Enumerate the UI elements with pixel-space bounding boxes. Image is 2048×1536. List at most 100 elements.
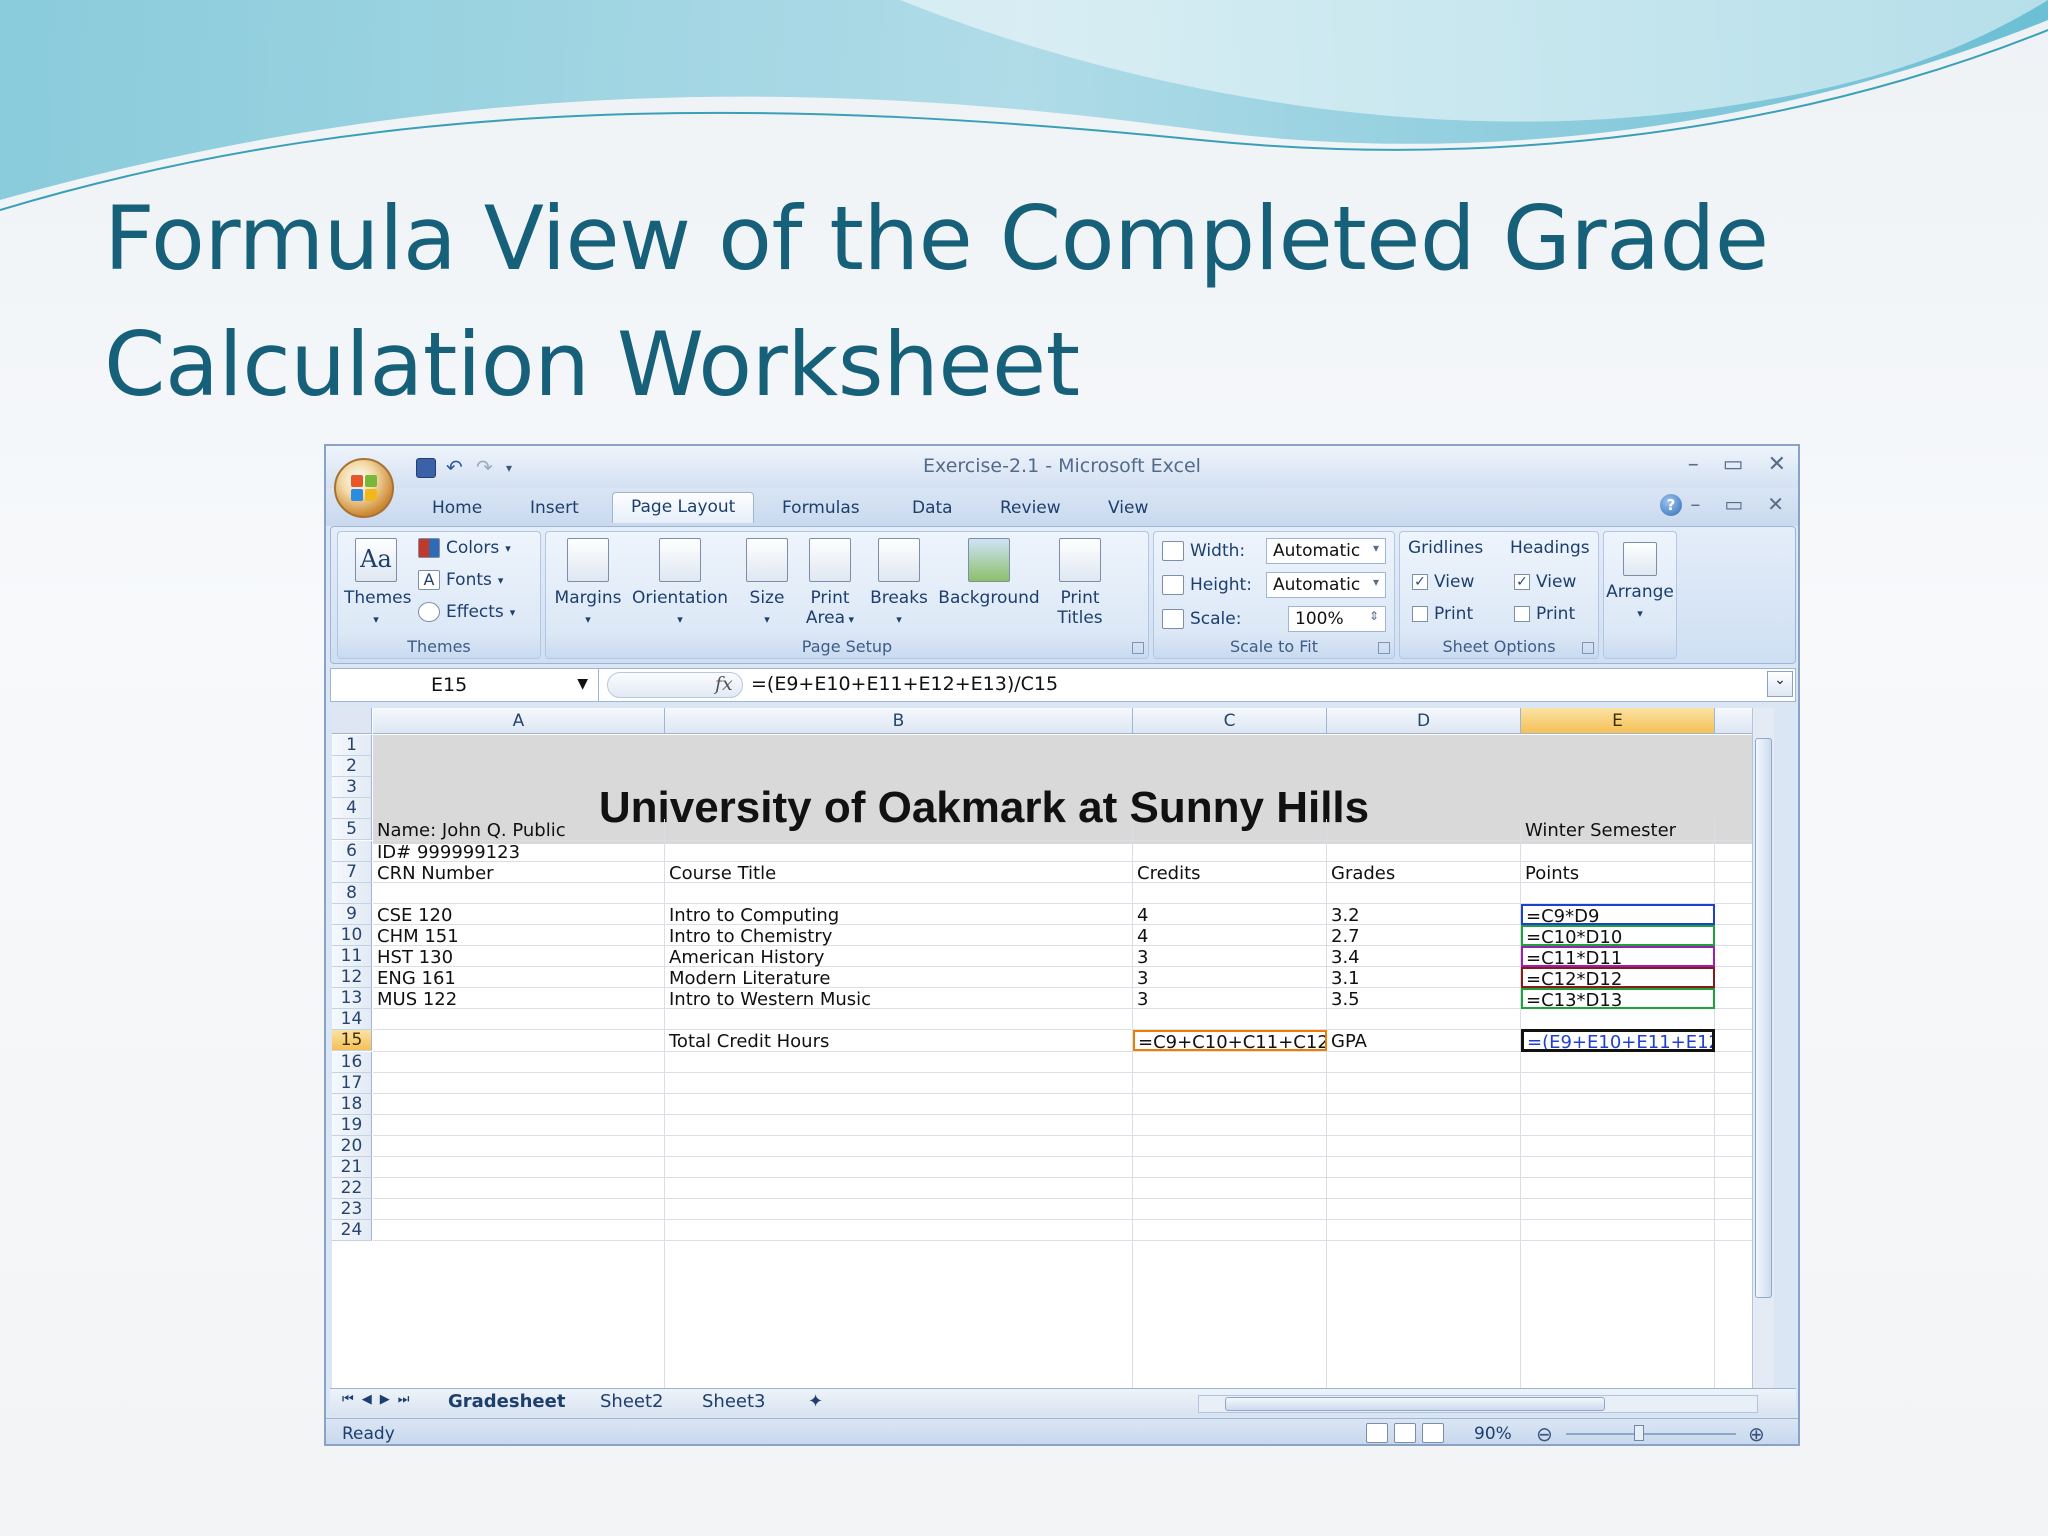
colors-button[interactable]: Colors ▾ (418, 538, 511, 558)
course-points-formula[interactable]: =C12*D12 (1521, 967, 1715, 990)
course-grade[interactable]: 3.4 (1331, 947, 1360, 968)
cell-name[interactable]: Name: John Q. Public (377, 820, 566, 841)
row-header[interactable]: 13 (332, 988, 372, 1010)
doc-restore-button[interactable]: ▭ (1724, 492, 1743, 516)
row-header[interactable]: 15 (332, 1030, 372, 1052)
gridlines-print-checkbox[interactable]: Print (1412, 604, 1473, 624)
course-credits[interactable]: 3 (1137, 968, 1148, 989)
page-layout-view-icon[interactable] (1394, 1423, 1416, 1443)
header-crn[interactable]: CRN Number (377, 863, 494, 884)
column-header-c[interactable]: C (1133, 708, 1327, 734)
select-all-corner[interactable] (332, 708, 372, 734)
height-dropdown[interactable]: Automatic ▾ (1266, 572, 1386, 598)
print-titles-button[interactable]: Print Titles (1050, 538, 1110, 628)
zoom-slider-thumb[interactable] (1634, 1425, 1644, 1441)
row-header[interactable]: 16 (332, 1051, 372, 1073)
course-title[interactable]: Intro to Chemistry (669, 926, 832, 947)
sheet-tab-gradesheet[interactable]: Gradesheet (448, 1391, 565, 1412)
header-points[interactable]: Points (1525, 863, 1579, 884)
formula-input[interactable]: =(E9+E10+E11+E12+E13)/C15 (751, 673, 1058, 695)
row-header[interactable]: 9 (332, 903, 372, 925)
gridlines-view-checkbox[interactable]: ✓ View (1412, 572, 1474, 592)
horizontal-scrollbar[interactable] (1198, 1395, 1758, 1413)
zoom-level[interactable]: 90% (1474, 1424, 1512, 1444)
course-crn[interactable]: HST 130 (377, 947, 453, 968)
doc-minimize-button[interactable]: – (1690, 492, 1700, 516)
course-credits[interactable]: 3 (1137, 989, 1148, 1010)
width-dropdown[interactable]: Automatic ▾ (1266, 538, 1386, 564)
row-header[interactable]: 3 (332, 777, 372, 799)
course-title[interactable]: Intro to Western Music (669, 989, 871, 1010)
course-points-formula[interactable]: =C10*D10 (1521, 924, 1715, 948)
row-header[interactable]: 6 (332, 840, 372, 862)
cell-semester[interactable]: Winter Semester (1525, 820, 1676, 841)
course-grade[interactable]: 3.2 (1331, 905, 1360, 926)
doc-close-button[interactable]: ✕ (1767, 492, 1784, 516)
tab-page-layout[interactable]: Page Layout (612, 492, 755, 523)
row-header[interactable]: 5 (332, 819, 372, 841)
row-header[interactable]: 22 (332, 1178, 372, 1200)
arrange-button[interactable]: Arrange ▾ (1604, 542, 1676, 624)
minimize-button[interactable]: – (1688, 452, 1699, 477)
maximize-button[interactable]: ▭ (1723, 452, 1744, 477)
scale-spinner[interactable]: 100% ⇕ (1288, 606, 1386, 632)
course-credits[interactable]: 4 (1137, 905, 1148, 926)
office-button[interactable] (334, 458, 394, 518)
close-button[interactable]: ✕ (1768, 452, 1786, 477)
row-header[interactable]: 1 (332, 735, 372, 757)
row-header[interactable]: 17 (332, 1072, 372, 1094)
course-crn[interactable]: CHM 151 (377, 926, 459, 947)
effects-button[interactable]: Effects ▾ (418, 602, 515, 622)
vertical-scroll-thumb[interactable] (1755, 738, 1772, 1298)
row-header[interactable]: 2 (332, 756, 372, 778)
column-header-d[interactable]: D (1327, 708, 1521, 734)
sheet-nav-arrows-icon[interactable]: ⏮◀▶⏭ (342, 1392, 417, 1407)
course-grade[interactable]: 2.7 (1331, 926, 1360, 947)
fonts-button[interactable]: A Fonts ▾ (418, 570, 503, 590)
themes-button[interactable]: Aa Themes ▾ (344, 538, 412, 630)
total-credit-hours-label[interactable]: Total Credit Hours (669, 1031, 829, 1052)
column-header-e[interactable]: E (1521, 708, 1715, 734)
tab-data[interactable]: Data (912, 498, 953, 518)
print-area-button[interactable]: Print Area ▾ (800, 538, 860, 630)
page-break-view-icon[interactable] (1422, 1423, 1444, 1443)
row-header[interactable]: 10 (332, 924, 372, 946)
vertical-scrollbar[interactable] (1752, 708, 1774, 1388)
name-box[interactable]: E15 ▼ (331, 669, 599, 701)
row-header[interactable]: 20 (332, 1135, 372, 1157)
zoom-slider[interactable] (1566, 1433, 1736, 1435)
course-title[interactable]: Modern Literature (669, 968, 830, 989)
insert-function-icon[interactable]: fx (715, 673, 733, 695)
headings-view-checkbox[interactable]: ✓ View (1514, 572, 1576, 592)
course-credits[interactable]: 3 (1137, 947, 1148, 968)
tab-view[interactable]: View (1108, 498, 1148, 518)
sheet-options-dialog-launcher-icon[interactable] (1582, 642, 1594, 654)
total-credits-formula[interactable]: =C9+C10+C11+C12+C13 (1133, 1030, 1327, 1052)
course-credits[interactable]: 4 (1137, 926, 1148, 947)
course-title[interactable]: Intro to Computing (669, 905, 839, 926)
help-icon[interactable]: ? (1660, 494, 1682, 516)
page-setup-dialog-launcher-icon[interactable] (1132, 642, 1144, 654)
gpa-formula-cell[interactable]: =(E9+E10+E11+E12+E13)/C15 (1521, 1029, 1715, 1053)
row-header[interactable]: 14 (332, 1009, 372, 1031)
horizontal-scroll-thumb[interactable] (1225, 1397, 1605, 1411)
row-header[interactable]: 23 (332, 1199, 372, 1221)
gpa-label[interactable]: GPA (1331, 1031, 1367, 1052)
header-credits[interactable]: Credits (1137, 863, 1201, 884)
tab-review[interactable]: Review (1000, 498, 1061, 518)
zoom-in-icon[interactable]: ⊕ (1748, 1422, 1765, 1444)
margins-button[interactable]: Margins ▾ (552, 538, 624, 630)
row-header[interactable]: 19 (332, 1114, 372, 1136)
normal-view-icon[interactable] (1366, 1423, 1388, 1443)
course-points-formula[interactable]: =C11*D11 (1521, 946, 1715, 969)
sheet-tab-sheet2[interactable]: Sheet2 (600, 1391, 664, 1412)
course-title[interactable]: American History (669, 947, 824, 968)
course-points-formula[interactable]: =C9*D9 (1521, 903, 1715, 927)
header-grades[interactable]: Grades (1331, 863, 1395, 884)
column-header-b[interactable]: B (665, 708, 1133, 734)
row-header[interactable]: 4 (332, 798, 372, 820)
course-crn[interactable]: CSE 120 (377, 905, 452, 926)
header-course-title[interactable]: Course Title (669, 863, 776, 884)
insert-sheet-icon[interactable]: ✦ (808, 1391, 823, 1412)
size-button[interactable]: Size ▾ (742, 538, 792, 630)
